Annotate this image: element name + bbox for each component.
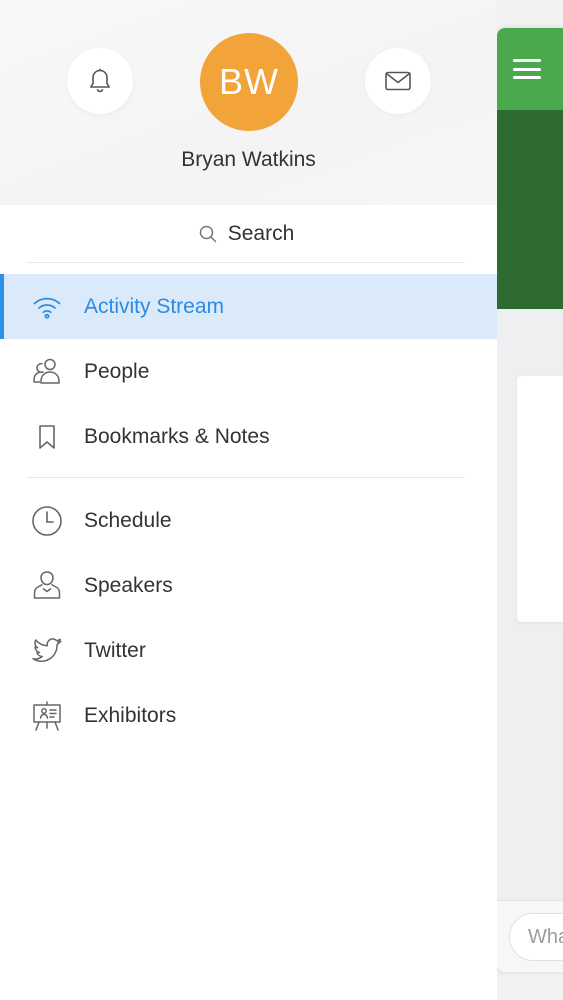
bell-icon <box>90 68 110 93</box>
mail-icon <box>385 71 411 91</box>
nav-list: Activity Stream People Bookmarks & Notes <box>0 274 497 748</box>
search-label: Search <box>227 221 295 245</box>
nav-item-twitter[interactable]: Twitter <box>0 618 497 683</box>
search-icon <box>199 225 216 242</box>
nav-label-schedule: Schedule <box>84 508 172 532</box>
nav-item-bookmarks-notes[interactable]: Bookmarks & Notes <box>0 404 497 469</box>
composer-input[interactable]: What <box>509 913 563 961</box>
profile-header: BW Bryan Watkins <box>0 0 497 205</box>
wifi-icon <box>30 290 64 324</box>
composer-bar: What <box>497 900 563 972</box>
user-name[interactable]: Bryan Watkins <box>0 148 497 172</box>
exhibitor-icon <box>30 699 64 733</box>
hamburger-menu-icon[interactable] <box>513 59 541 79</box>
nav-label-twitter: Twitter <box>84 638 146 662</box>
navigation-drawer: BW Bryan Watkins Search Activity Stream … <box>0 0 497 1000</box>
nav-item-speakers[interactable]: Speakers <box>0 553 497 618</box>
nav-label-exhibitors: Exhibitors <box>84 703 177 727</box>
search-field[interactable]: Search <box>27 205 465 263</box>
nav-label-people: People <box>84 359 150 383</box>
avatar[interactable]: BW <box>200 33 298 131</box>
people-icon <box>30 355 64 389</box>
clock-icon <box>30 504 64 538</box>
notifications-button[interactable] <box>67 48 133 114</box>
nav-item-exhibitors[interactable]: Exhibitors <box>0 683 497 748</box>
messages-button[interactable] <box>365 48 431 114</box>
nav-label-speakers: Speakers <box>84 573 173 597</box>
background-app-panel[interactable]: What <box>497 28 563 972</box>
nav-item-people[interactable]: People <box>0 339 497 404</box>
activity-card <box>517 376 563 622</box>
nav-label-activity-stream: Activity Stream <box>84 294 225 318</box>
app-top-bar <box>497 28 563 110</box>
bookmark-icon <box>30 420 64 454</box>
app-banner <box>497 110 563 309</box>
nav-divider <box>27 477 465 478</box>
twitter-icon <box>30 634 64 668</box>
speaker-icon <box>30 569 64 603</box>
nav-item-activity-stream[interactable]: Activity Stream <box>0 274 497 339</box>
nav-item-schedule[interactable]: Schedule <box>0 488 497 553</box>
nav-label-bookmarks-notes: Bookmarks & Notes <box>84 424 270 448</box>
